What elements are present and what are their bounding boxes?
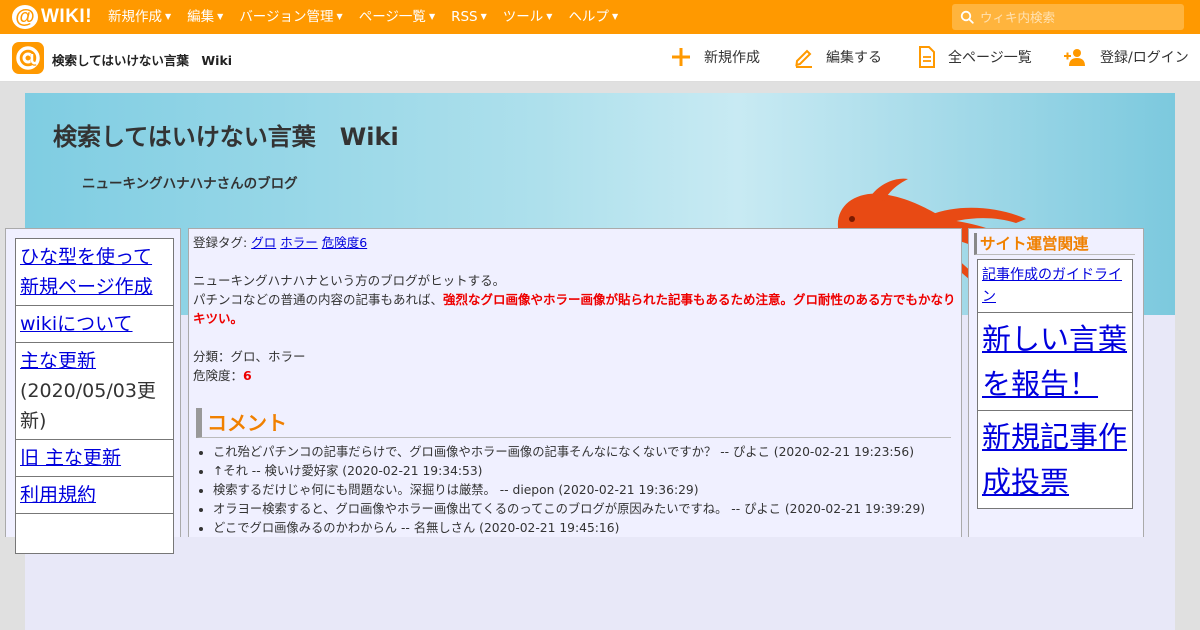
- wiki-name[interactable]: 検索してはいけない言葉 Wiki: [52, 50, 232, 69]
- login-button[interactable]: 登録/ログイン: [1064, 46, 1189, 68]
- comment-item: 検索するだけじゃ何にも問題ない。深掘りは厳禁。 -- diepon (2020-…: [213, 481, 957, 500]
- caret-down-icon: ▼: [336, 12, 343, 21]
- global-header: @ WIKI! 新規作成 ▼ 編集 ▼ バージョン管理 ▼ ページ一覧 ▼ RSS ▼ ツ…: [0, 0, 1200, 34]
- global-menu: 新規作成 ▼ 編集 ▼ バージョン管理 ▼ ページ一覧 ▼ RSS ▼ ツール ▼ ヘルプ ▼: [108, 0, 634, 34]
- all-pages-button[interactable]: 全ページ一覧: [918, 46, 1032, 68]
- category-line: 分類：グロ、ホラー: [193, 349, 306, 364]
- left-menu-item: wikiについて: [15, 305, 174, 343]
- tag-gore[interactable]: グロ: [251, 235, 276, 250]
- search-icon: [960, 10, 974, 24]
- article-body: 登録タグ: グロ ホラー 危険度6 ニューキングハナハナという方のブログがヒット…: [188, 228, 962, 537]
- tag-danger-6[interactable]: 危険度6: [322, 235, 367, 250]
- site-description: ニューキングハナハナさんのブログ: [82, 176, 298, 192]
- tags-label: 登録タグ:: [193, 235, 248, 250]
- at-icon: @: [12, 5, 38, 29]
- menu-help[interactable]: ヘルプ ▼: [568, 0, 618, 34]
- edit-page-label: 編集する: [826, 50, 882, 66]
- left-menu-item: 主な更新 (2020/05/03更新): [15, 342, 174, 440]
- menu-edit[interactable]: 編集 ▼: [187, 0, 223, 34]
- tag-horror[interactable]: ホラー: [280, 235, 318, 250]
- comment-item: ↑それ -- 検いけ愛好家 (2020-02-21 19:34:53): [213, 462, 957, 481]
- wiki-logo-icon[interactable]: [12, 42, 44, 74]
- plus-icon: [672, 48, 690, 66]
- pencil-icon: [795, 49, 812, 68]
- caret-down-icon: ▼: [546, 12, 553, 21]
- atwiki-logo[interactable]: @ WIKI!: [12, 5, 92, 29]
- right-menu-item: 新規記事作成投票: [977, 410, 1133, 509]
- old-updates-link[interactable]: 旧 主な更新: [20, 447, 121, 469]
- caret-down-icon: ▼: [428, 12, 436, 21]
- right-menu-item: 新しい言葉を報告！: [977, 312, 1133, 411]
- terms-link[interactable]: 利用規約: [20, 484, 96, 506]
- report-new-word-link[interactable]: 新しい言葉を報告！: [982, 322, 1127, 401]
- search-input[interactable]: [980, 4, 1180, 30]
- danger-label: 危険度：: [193, 368, 244, 383]
- tag-line: 登録タグ: グロ ホラー 危険度6: [193, 233, 957, 252]
- site-title[interactable]: 検索してはいけない言葉 Wiki: [53, 117, 399, 152]
- right-menu-item: 記事作成のガイドライン: [977, 259, 1133, 313]
- comment-list: これ殆どパチンコの記事だらけで、グロ画像やホラー画像の記事そんなになくないですか…: [213, 443, 957, 538]
- wiki-header: 検索してはいけない言葉 Wiki 新規作成 編集する 全ページ一覧 登録/ログイ…: [0, 34, 1200, 82]
- left-menu: ひな型を使って新規ページ作成 wikiについて 主な更新 (2020/05/03更…: [15, 238, 174, 554]
- danger-line: 危険度：6: [193, 366, 957, 385]
- recent-updates-link[interactable]: 主な更新: [20, 350, 96, 372]
- all-pages-label: 全ページ一覧: [948, 50, 1032, 66]
- comments-heading: コメント: [196, 408, 951, 438]
- menu-tools[interactable]: ツール ▼: [503, 0, 553, 34]
- login-label: 登録/ログイン: [1100, 50, 1189, 66]
- site-admin-heading: サイト運営関連: [974, 233, 1135, 255]
- article-guideline-link[interactable]: 記事作成のガイドライン: [982, 267, 1122, 305]
- comment-item: オラヨー検索すると、グロ画像やホラー画像出てくるのってこのブログが原因みたいです…: [213, 500, 957, 519]
- left-menu-item: 利用規約: [15, 476, 174, 514]
- menu-new[interactable]: 新規作成 ▼: [108, 0, 171, 34]
- left-menu-item: [15, 513, 174, 554]
- add-user-icon: [1064, 49, 1085, 66]
- caret-down-icon: ▼: [480, 12, 487, 21]
- caret-down-icon: ▼: [165, 12, 172, 21]
- right-sidebar: サイト運営関連 記事作成のガイドライン 新しい言葉を報告！ 新規記事作成投票: [968, 228, 1144, 537]
- warning-paragraph: パチンコなどの普通の内容の記事もあれば、強烈なグロ画像やホラー画像が貼られた記事…: [193, 290, 957, 328]
- danger-value: 6: [243, 368, 252, 383]
- left-menu-item: 旧 主な更新: [15, 439, 174, 477]
- new-page-template-link[interactable]: ひな型を使って新規ページ作成: [20, 246, 153, 298]
- menu-page-list[interactable]: ページ一覧 ▼: [359, 0, 435, 34]
- intro-text: ニューキングハナハナという方のブログがヒットする。: [193, 273, 506, 288]
- new-page-button[interactable]: 新規作成: [670, 46, 760, 68]
- caret-down-icon: ▼: [611, 12, 619, 21]
- wiki-search: [952, 4, 1184, 30]
- body-text: パチンコなどの普通の内容の記事もあれば、: [193, 292, 444, 307]
- left-sidebar: ひな型を使って新規ページ作成 wikiについて 主な更新 (2020/05/03更…: [5, 228, 181, 554]
- about-wiki-link[interactable]: wikiについて: [20, 313, 133, 335]
- comment-item: どこでグロ画像みるのかわからん -- 名無しさん (2020-02-21 19:…: [213, 519, 957, 538]
- new-page-label: 新規作成: [704, 50, 760, 66]
- logo-text: WIKI!: [41, 6, 93, 27]
- caret-down-icon: ▼: [217, 12, 224, 21]
- updated-date: (2020/05/03更新): [20, 380, 156, 432]
- right-menu: 記事作成のガイドライン 新しい言葉を報告！ 新規記事作成投票: [977, 259, 1133, 509]
- left-menu-item: ひな型を使って新規ページ作成: [15, 238, 174, 306]
- menu-rss[interactable]: RSS ▼: [451, 0, 487, 34]
- new-article-vote-link[interactable]: 新規記事作成投票: [982, 420, 1127, 499]
- comment-item: これ殆どパチンコの記事だらけで、グロ画像やホラー画像の記事そんなになくないですか…: [213, 443, 957, 462]
- document-icon: [919, 46, 935, 68]
- edit-page-button[interactable]: 編集する: [794, 46, 882, 68]
- menu-version[interactable]: バージョン管理 ▼: [239, 0, 342, 34]
